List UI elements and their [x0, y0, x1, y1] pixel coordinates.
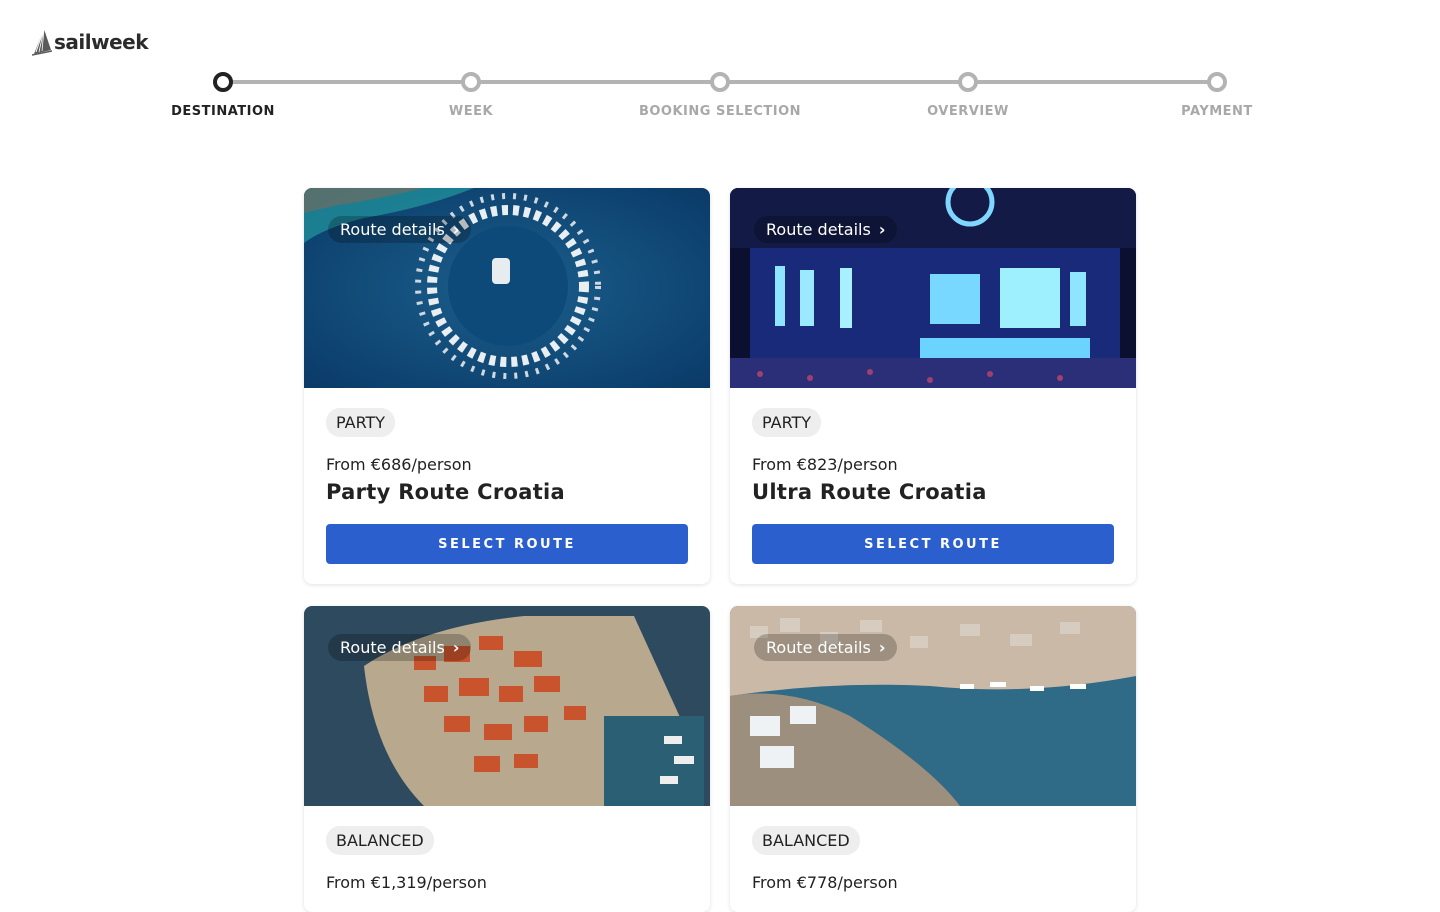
route-details-link[interactable]: Route details ›: [328, 634, 472, 661]
step-label: WEEK: [448, 104, 494, 119]
chevron-right-icon: ›: [452, 638, 460, 657]
step-week[interactable]: WEEK: [371, 72, 571, 119]
route-category-badge: PARTY: [326, 408, 396, 437]
step-booking-selection[interactable]: BOOKING SELECTION: [620, 72, 820, 119]
route-image[interactable]: Route details ›: [730, 606, 1136, 806]
route-card-body: PARTY From €823/person Ultra Route Croat…: [730, 388, 1136, 584]
step-payment[interactable]: PAYMENT: [1117, 72, 1317, 119]
route-price: From €1,319/person: [326, 873, 487, 892]
step-indicator: [958, 72, 978, 92]
route-category-badge: BALANCED: [752, 826, 860, 855]
step-overview[interactable]: OVERVIEW: [868, 72, 1068, 119]
select-route-button[interactable]: SELECT ROUTE: [326, 524, 688, 564]
route-details-label: Route details: [340, 220, 445, 239]
route-title: Party Route Croatia: [326, 480, 566, 504]
route-card-body: BALANCED From €1,319/person: [304, 806, 710, 912]
step-indicator: [710, 72, 730, 92]
route-card-body: PARTY From €686/person Party Route Croat…: [304, 388, 710, 584]
route-price: From €778/person: [752, 873, 898, 892]
chevron-right-icon: ›: [878, 638, 886, 657]
route-image[interactable]: Route details ›: [730, 188, 1136, 388]
chevron-right-icon: ›: [452, 220, 460, 239]
route-image[interactable]: Route details ›: [304, 188, 710, 388]
route-title: Ultra Route Croatia: [752, 480, 987, 504]
route-grid: Route details › PARTY From €686/person P…: [304, 188, 1136, 912]
step-label: DESTINATION: [171, 104, 275, 119]
route-image[interactable]: Route details ›: [304, 606, 710, 806]
booking-stepper: DESTINATION WEEK BOOKING SELECTION OVERV…: [0, 0, 1440, 140]
route-details-link[interactable]: Route details ›: [754, 634, 898, 661]
step-indicator: [1207, 72, 1227, 92]
step-label: PAYMENT: [1181, 104, 1253, 119]
chevron-right-icon: ›: [878, 220, 886, 239]
route-details-link[interactable]: Route details ›: [328, 216, 472, 243]
route-category-badge: BALANCED: [326, 826, 434, 855]
route-details-label: Route details: [766, 638, 871, 657]
route-category-badge: PARTY: [752, 408, 822, 437]
route-price: From €823/person: [752, 455, 898, 474]
step-indicator: [461, 72, 481, 92]
route-details-link[interactable]: Route details ›: [754, 216, 898, 243]
step-indicator: [213, 72, 233, 92]
route-card: Route details › PARTY From €823/person U…: [730, 188, 1136, 584]
route-card: Route details › PARTY From €686/person P…: [304, 188, 710, 584]
select-route-button[interactable]: SELECT ROUTE: [752, 524, 1114, 564]
route-price: From €686/person: [326, 455, 472, 474]
step-label: BOOKING SELECTION: [638, 104, 802, 119]
step-label: OVERVIEW: [927, 104, 1009, 119]
route-details-label: Route details: [766, 220, 871, 239]
route-details-label: Route details: [340, 638, 445, 657]
step-destination[interactable]: DESTINATION: [123, 72, 323, 119]
route-card-body: BALANCED From €778/person: [730, 806, 1136, 912]
route-card: Route details › BALANCED From €1,319/per…: [304, 606, 710, 912]
route-card: Route details › BALANCED From €778/perso…: [730, 606, 1136, 912]
